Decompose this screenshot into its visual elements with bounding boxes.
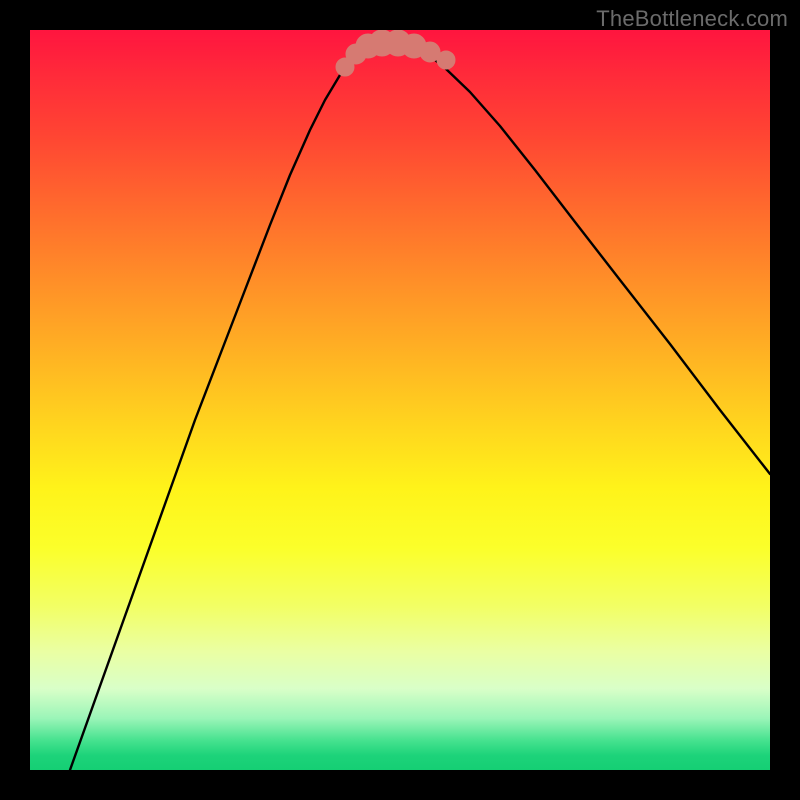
bottleneck-curve — [70, 42, 770, 770]
watermark-label: TheBottleneck.com — [596, 6, 788, 32]
chart-frame: TheBottleneck.com — [0, 0, 800, 800]
plot-area — [30, 30, 770, 770]
optimum-marker — [437, 51, 455, 69]
optimum-markers — [336, 30, 455, 76]
curve-svg — [30, 30, 770, 770]
